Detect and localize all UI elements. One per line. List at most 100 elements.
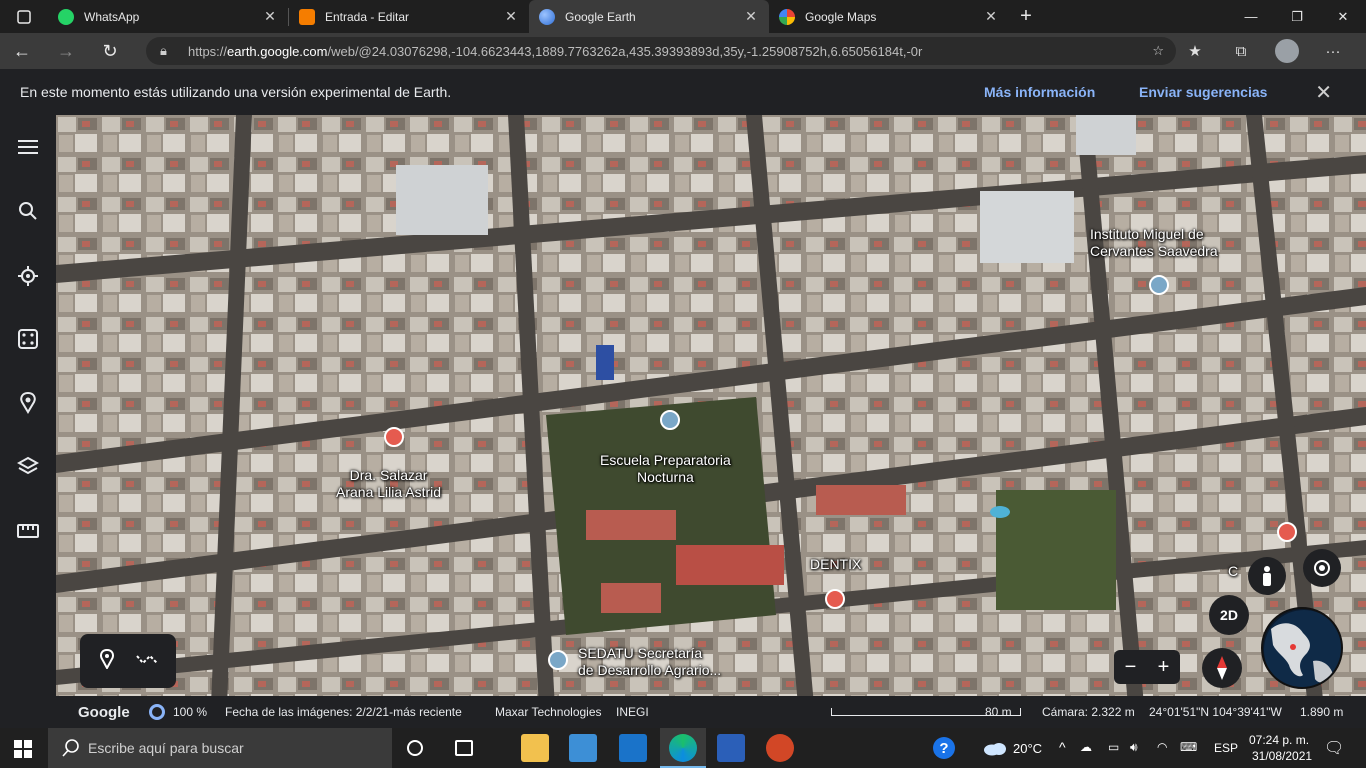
tab-actions-button[interactable] [0, 0, 48, 33]
map-status-bar: Google 100 % Fecha de las imágenes: 2/2/… [56, 696, 1366, 728]
tab-title: Google Earth [565, 9, 636, 24]
map-label-salazar[interactable]: Dra. Salazar Arana Lilia Astrid [336, 467, 441, 501]
map-label-dentix[interactable]: DENTIX [810, 556, 861, 573]
search-icon [62, 739, 79, 757]
dentist-pin-icon[interactable] [825, 589, 845, 609]
more-info-link[interactable]: Más información [984, 84, 1095, 100]
google-logo: Google [78, 703, 130, 721]
battery-icon[interactable]: ▭ [1108, 740, 1119, 754]
health-pin-icon[interactable] [1277, 522, 1297, 542]
microsoft-store-icon[interactable] [569, 734, 597, 762]
health-pin-icon[interactable] [384, 427, 404, 447]
more-menu-icon[interactable]: ··· [1310, 43, 1356, 60]
draw-path-icon[interactable] [135, 652, 159, 671]
forward-button[interactable]: → [44, 33, 88, 69]
tab-google-maps[interactable]: Google Maps ✕ [769, 0, 1009, 33]
show-hidden-icons-icon[interactable]: ^ [1059, 739, 1066, 755]
close-icon[interactable]: ✕ [262, 8, 278, 25]
voyager-icon[interactable] [14, 262, 42, 290]
volume-icon[interactable]: 🔊︎ [1130, 740, 1138, 755]
tab-whatsapp[interactable]: WhatsApp ✕ [48, 0, 288, 33]
send-feedback-link[interactable]: Enviar sugerencias [1139, 84, 1267, 100]
search-icon[interactable] [14, 197, 42, 225]
clock-time[interactable]: 07:24 p. m. [1249, 733, 1309, 747]
zoom-in-button[interactable]: + [1158, 656, 1170, 679]
label-text: DENTIX [810, 556, 862, 572]
blogger-icon [299, 8, 315, 25]
add-placemark-icon[interactable] [98, 648, 116, 674]
feeling-lucky-icon[interactable] [14, 325, 42, 353]
globe-minimap[interactable] [1261, 607, 1343, 689]
drawing-tools [80, 634, 176, 688]
help-icon[interactable]: ? [933, 737, 955, 759]
close-window-button[interactable]: ✕ [1320, 0, 1366, 33]
whatsapp-icon [58, 8, 74, 25]
language-indicator[interactable]: ESP [1214, 741, 1238, 755]
address-bar[interactable]: 🔒︎ https://earth.google.com/web/@24.0307… [146, 37, 1176, 65]
minimize-button[interactable]: — [1228, 0, 1274, 33]
satellite-map[interactable]: Instituto Miguel de Cervantes Saavedra D… [56, 115, 1366, 728]
school-pin-icon[interactable] [660, 410, 680, 430]
onedrive-icon[interactable]: ☁ [1080, 740, 1092, 754]
maximize-button[interactable]: ❐ [1274, 0, 1320, 33]
navigation-bar: ← → ↻ 🔒︎ https://earth.google.com/web/@2… [0, 33, 1366, 69]
file-explorer-icon[interactable] [521, 734, 549, 762]
map-label-sedatu[interactable]: SEDATU Secretaría de Desarrollo Agrario.… [578, 645, 721, 679]
toggle-2d-button[interactable]: 2D [1209, 595, 1249, 635]
zoom-out-button[interactable]: − [1125, 656, 1137, 679]
clock-date[interactable]: 31/08/2021 [1252, 749, 1312, 763]
tab-title: Entrada - Editar [325, 9, 410, 24]
back-button[interactable]: ← [0, 33, 44, 69]
tab-title: WhatsApp [84, 9, 140, 24]
tab-google-earth[interactable]: Google Earth ✕ [529, 0, 769, 33]
tab-blogger[interactable]: Entrada - Editar ✕ [289, 0, 529, 33]
earth-sidebar [0, 115, 56, 728]
school-pin-icon[interactable] [1149, 275, 1169, 295]
notifications-icon[interactable]: 🗨︎ [1324, 738, 1344, 758]
reload-button[interactable]: ↻ [88, 33, 132, 69]
scale-label: 80 m [985, 705, 1012, 719]
mail-icon[interactable] [619, 734, 647, 762]
lock-icon: 🔒︎ [160, 43, 167, 58]
wifi-icon[interactable]: ◠ [1157, 740, 1167, 754]
favorite-star-icon[interactable]: ☆ [1152, 43, 1164, 59]
government-pin-icon[interactable] [548, 650, 568, 670]
street-view-pegman-icon[interactable] [1248, 557, 1286, 595]
word-icon[interactable] [717, 734, 745, 762]
earth-icon [539, 8, 555, 25]
imagery-date[interactable]: Fecha de las imágenes: 2/2/21-más recien… [225, 705, 462, 719]
map-style-icon[interactable] [14, 453, 42, 481]
banner-message: En este momento estás utilizando una ver… [20, 84, 452, 100]
close-banner-icon[interactable]: ✕ [1315, 80, 1332, 105]
map-label-escuela[interactable]: Escuela Preparatoria Nocturna [600, 452, 731, 486]
menu-icon[interactable] [14, 133, 42, 161]
zoom-control: − + [1114, 650, 1180, 684]
close-icon[interactable]: ✕ [743, 8, 759, 25]
close-icon[interactable]: ✕ [983, 8, 999, 25]
my-location-icon[interactable] [1303, 549, 1341, 587]
map-label-instituto[interactable]: Instituto Miguel de Cervantes Saavedra [1090, 226, 1218, 260]
powerpoint-icon[interactable] [766, 734, 794, 762]
compass-icon[interactable] [1202, 648, 1242, 688]
projects-icon[interactable] [14, 389, 42, 417]
favorites-icon[interactable]: ★ [1172, 42, 1218, 60]
profile-avatar[interactable] [1275, 39, 1299, 63]
collections-icon[interactable]: ⧉ [1218, 43, 1264, 60]
new-tab-button[interactable]: + [1009, 0, 1043, 33]
measure-icon[interactable] [14, 517, 42, 545]
weather-temperature[interactable]: 20°C [1013, 741, 1042, 756]
view-mode-label: 2D [1220, 607, 1238, 623]
weather-cloud-icon[interactable] [983, 740, 1007, 761]
cortana-icon[interactable] [407, 740, 423, 756]
label-text: Dra. Salazar Arana Lilia Astrid [336, 467, 442, 500]
taskbar-search-input[interactable]: Escribe aquí para buscar [48, 728, 392, 768]
keyboard-icon[interactable]: ⌨ [1180, 740, 1197, 754]
url-scheme: https:// [188, 43, 228, 59]
task-view-icon[interactable] [455, 740, 473, 756]
camera-altitude: Cámara: 2.322 m [1042, 705, 1135, 719]
close-icon[interactable]: ✕ [503, 8, 519, 25]
windows-start-icon[interactable] [14, 740, 32, 763]
edge-taskbar-button[interactable] [660, 728, 706, 768]
browser-toolbar: ★ ⧉ ··· [1172, 33, 1356, 69]
satellite-imagery [56, 115, 1366, 728]
